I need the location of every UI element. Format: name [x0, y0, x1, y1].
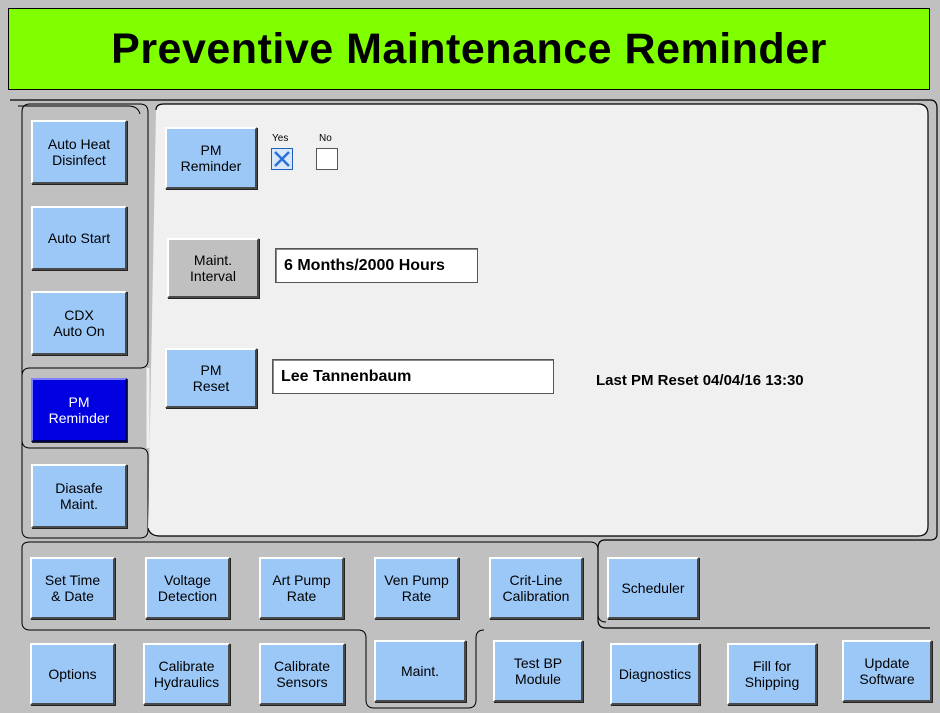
tab-fill-for-shipping[interactable]: Fill for Shipping [727, 643, 817, 705]
tab-set-time-date[interactable]: Set Time & Date [30, 557, 115, 619]
no-checkbox[interactable] [316, 148, 338, 170]
last-pm-reset-value: 04/04/16 13:30 [702, 372, 804, 389]
tab-scheduler[interactable]: Scheduler [607, 557, 699, 619]
app-window: Preventive Maintenance Reminder Auto Hea… [0, 0, 940, 713]
maint-interval-button[interactable]: Maint. Interval [167, 238, 259, 298]
check-x-icon [274, 151, 290, 167]
tab-auto-start[interactable]: Auto Start [31, 206, 127, 270]
maint-interval-field[interactable]: 6 Months/2000 Hours [275, 248, 478, 283]
tab-options[interactable]: Options [30, 643, 115, 705]
tab-diasafe-maint[interactable]: Diasafe Maint. [31, 464, 127, 528]
no-label: No [319, 133, 332, 144]
pm-reset-button[interactable]: PM Reset [165, 348, 257, 408]
pm-reminder-button[interactable]: PM Reminder [165, 127, 257, 189]
tab-auto-heat-disinfect[interactable]: Auto Heat Disinfect [31, 120, 127, 184]
tab-diagnostics[interactable]: Diagnostics [610, 643, 700, 705]
tab-maint[interactable]: Maint. [374, 640, 466, 702]
tab-frame-outline [10, 99, 938, 709]
pm-reset-name-field[interactable]: Lee Tannenbaum [272, 359, 554, 394]
tab-crit-line-calibration[interactable]: Crit-Line Calibration [489, 557, 583, 619]
tab-art-pump-rate[interactable]: Art Pump Rate [259, 557, 344, 619]
yes-label: Yes [272, 133, 289, 144]
last-pm-reset: Last PM Reset 04/04/16 13:30 [596, 372, 804, 389]
tab-voltage-detection[interactable]: Voltage Detection [145, 557, 230, 619]
tab-ven-pump-rate[interactable]: Ven Pump Rate [374, 557, 459, 619]
yes-checkbox[interactable] [271, 148, 293, 170]
tab-calibrate-hydraulics[interactable]: Calibrate Hydraulics [143, 643, 230, 705]
tab-calibrate-sensors[interactable]: Calibrate Sensors [259, 643, 345, 705]
last-pm-reset-label: Last PM Reset [596, 372, 699, 389]
tab-test-bp-module[interactable]: Test BP Module [493, 640, 583, 702]
tab-pm-reminder[interactable]: PM Reminder [31, 378, 127, 442]
tab-update-software[interactable]: Update Software [842, 640, 932, 702]
tab-cdx-auto-on[interactable]: CDX Auto On [31, 291, 127, 355]
